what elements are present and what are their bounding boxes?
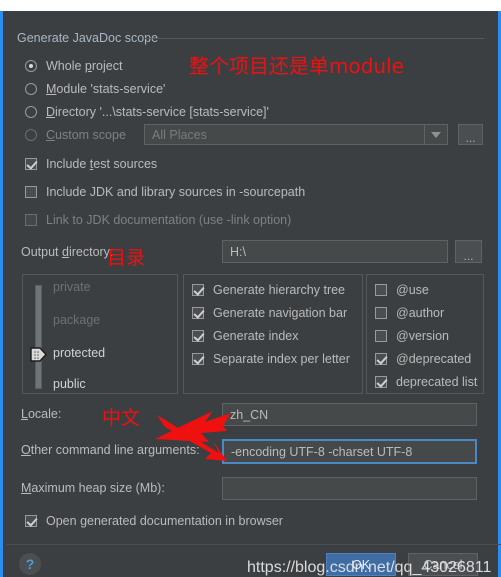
checkbox-indicator-author[interactable] <box>375 307 387 319</box>
checkbox-include-test-sources[interactable]: Include test sources <box>25 154 157 174</box>
annotation-output-note: 目录 <box>107 247 146 269</box>
group-separator-line <box>145 38 484 39</box>
other-args-input[interactable]: -encoding UTF-8 -charset UTF-8 <box>222 439 477 464</box>
generate-options-panel: Generate hierarchy tree Generate navigat… <box>183 274 363 394</box>
checkbox-open-in-browser[interactable]: Open generated documentation in browser <box>25 511 283 531</box>
checkbox-deprecated-list[interactable]: deprecated list <box>375 372 477 392</box>
checkbox-indicator-include-jdk-sources[interactable] <box>25 186 37 198</box>
checkbox-label-generate-navigation-bar: Generate navigation bar <box>213 306 348 320</box>
checkbox-generate-navigation-bar[interactable]: Generate navigation bar <box>192 303 347 323</box>
radio-indicator-whole-project[interactable] <box>25 60 37 72</box>
checkbox-version[interactable]: @version <box>375 326 449 346</box>
custom-scope-combobox[interactable]: All Places <box>144 124 448 145</box>
checkbox-label-version: @version <box>396 329 449 343</box>
checkbox-separate-index-per-letter[interactable]: Separate index per letter <box>192 349 350 369</box>
checkbox-generate-index[interactable]: Generate index <box>192 326 298 346</box>
radio-label-module: Module 'stats-service' <box>46 82 166 96</box>
visibility-level-private[interactable]: private <box>53 280 91 294</box>
other-args-value: -encoding UTF-8 -charset UTF-8 <box>231 444 413 459</box>
checkbox-deprecated[interactable]: @deprecated <box>375 349 471 369</box>
checkbox-indicator-version[interactable] <box>375 330 387 342</box>
output-directory-value: H:\ <box>230 244 246 259</box>
checkbox-generate-hierarchy-tree[interactable]: Generate hierarchy tree <box>192 280 345 300</box>
visibility-level-protected[interactable]: protected <box>53 346 105 360</box>
visibility-slider-track[interactable] <box>35 285 42 389</box>
checkbox-label-include-jdk-sources: Include JDK and library sources in -sour… <box>46 185 306 199</box>
radio-label-directory: Directory '...\stats-service [stats-serv… <box>46 105 269 119</box>
checkbox-label-include-test-sources: Include test sources <box>46 157 158 171</box>
cancel-button[interactable]: Cancel <box>408 553 478 576</box>
chevron-down-icon[interactable] <box>424 125 447 144</box>
radio-custom-scope[interactable]: Custom scope <box>25 125 126 145</box>
radio-indicator-custom-scope[interactable] <box>25 129 37 141</box>
locale-value: zh_CN <box>230 407 269 422</box>
generate-javadoc-dialog: Generate JavaDoc scope Whole project Mod… <box>0 11 501 577</box>
visibility-level-package[interactable]: package <box>53 313 100 327</box>
tag-options-panel: @use @author @version @deprecated deprec… <box>366 274 484 394</box>
checkbox-label-generate-index: Generate index <box>213 329 299 343</box>
annotation-locale-note: 中文 <box>102 407 141 429</box>
radio-indicator-directory[interactable] <box>25 106 37 118</box>
scope-group-header: Generate JavaDoc scope <box>17 31 487 45</box>
heap-size-label: Maximum heap size (Mb): <box>21 481 165 495</box>
radio-directory[interactable]: Directory '...\stats-service [stats-serv… <box>25 102 269 122</box>
checkbox-label-use: @use <box>396 283 429 297</box>
top-white-strip <box>0 0 501 11</box>
heap-size-input[interactable] <box>222 477 477 500</box>
radio-indicator-module[interactable] <box>25 83 37 95</box>
locale-label: Locale: <box>21 407 62 421</box>
visibility-slider-thumb[interactable] <box>30 347 47 362</box>
checkbox-include-jdk-sources[interactable]: Include JDK and library sources in -sour… <box>25 182 305 202</box>
output-directory-label: Output directory: <box>21 245 114 259</box>
checkbox-indicator-link-jdk-docs <box>25 214 37 226</box>
output-directory-input[interactable]: H:\ <box>222 240 448 263</box>
custom-scope-value: All Places <box>152 127 207 142</box>
checkbox-indicator-deprecated[interactable] <box>375 353 387 365</box>
annotation-scope-note: 整个项目还是单module <box>189 54 404 78</box>
checkbox-label-deprecated-list: deprecated list <box>396 375 478 389</box>
radio-label-whole-project: Whole project <box>46 59 123 73</box>
checkbox-indicator-generate-navigation-bar[interactable] <box>192 307 204 319</box>
checkbox-use[interactable]: @use <box>375 280 429 300</box>
annotation-double-arrow-icon <box>155 411 231 461</box>
checkbox-indicator-use[interactable] <box>375 284 387 296</box>
scope-group-label: Generate JavaDoc scope <box>17 31 159 45</box>
checkbox-indicator-separate-index-per-letter[interactable] <box>192 353 204 365</box>
visibility-slider-panel[interactable]: private package protected public <box>22 274 178 394</box>
checkbox-label-open-in-browser: Open generated documentation in browser <box>46 514 283 528</box>
checkbox-label-generate-hierarchy-tree: Generate hierarchy tree <box>213 283 346 297</box>
custom-scope-browse-button[interactable]: ... <box>458 124 483 145</box>
checkbox-indicator-generate-index[interactable] <box>192 330 204 342</box>
footer-divider <box>6 544 501 545</box>
checkbox-indicator-include-test-sources[interactable] <box>25 158 37 170</box>
visibility-level-public[interactable]: public <box>53 377 86 391</box>
radio-whole-project[interactable]: Whole project <box>25 56 122 76</box>
checkbox-author[interactable]: @author <box>375 303 444 323</box>
checkbox-indicator-generate-hierarchy-tree[interactable] <box>192 284 204 296</box>
ok-button[interactable]: OK <box>326 553 396 576</box>
checkbox-label-author: @author <box>396 306 445 320</box>
radio-label-custom-scope: Custom scope <box>46 128 126 142</box>
checkbox-label-separate-index-per-letter: Separate index per letter <box>213 352 350 366</box>
radio-module[interactable]: Module 'stats-service' <box>25 79 165 99</box>
output-directory-browse-button[interactable]: ... <box>455 240 482 263</box>
checkbox-label-deprecated: @deprecated <box>396 352 472 366</box>
locale-input[interactable]: zh_CN <box>222 403 477 426</box>
checkbox-label-link-jdk-docs: Link to JDK documentation (use -link opt… <box>46 213 292 227</box>
checkbox-indicator-deprecated-list[interactable] <box>375 376 387 388</box>
help-icon[interactable]: ? <box>19 553 41 575</box>
checkbox-indicator-open-in-browser[interactable] <box>25 515 37 527</box>
checkbox-link-jdk-docs: Link to JDK documentation (use -link opt… <box>25 210 291 230</box>
